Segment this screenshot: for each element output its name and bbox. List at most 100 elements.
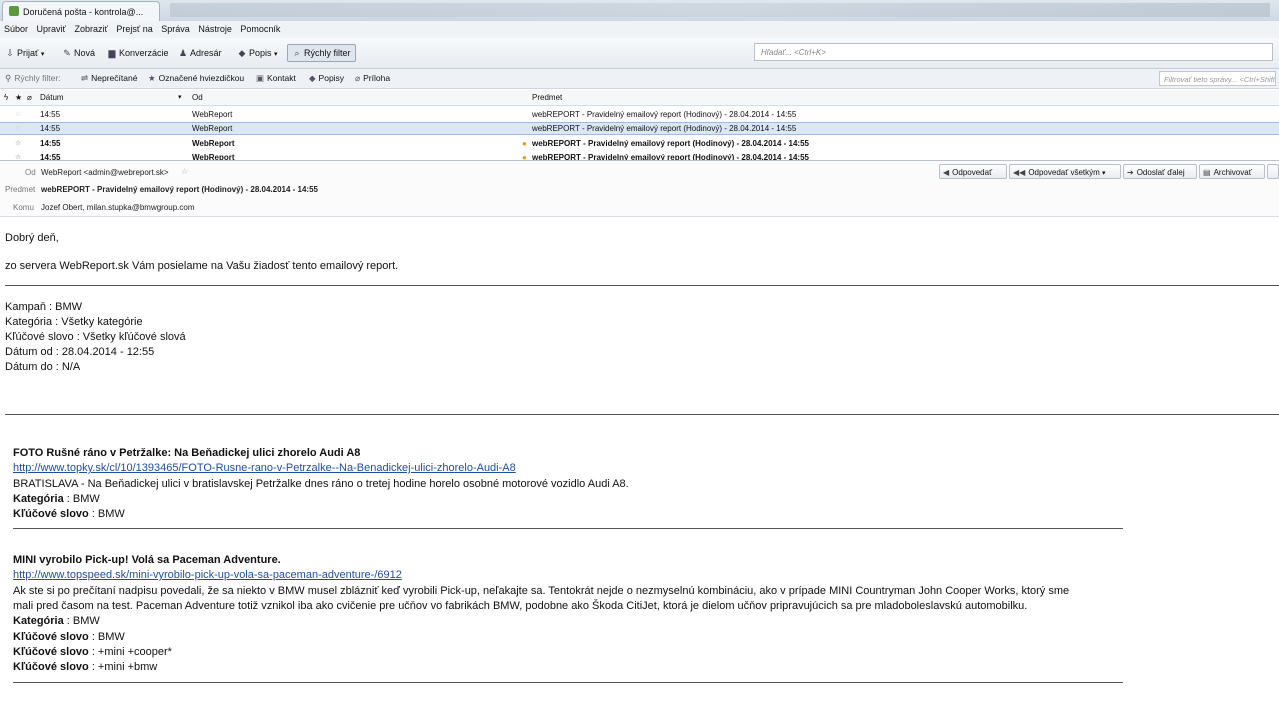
address-book-label: Adresár — [190, 48, 222, 58]
field-key: Kľúčové slovo — [13, 661, 89, 673]
chevron-down-icon[interactable]: ▾ — [1102, 170, 1106, 177]
unread-dot-icon[interactable]: ● — [522, 137, 527, 150]
row-time: 14:55 — [40, 110, 61, 119]
menu-bar: Súbor Upraviť Zobraziť Prejsť na Správa … — [0, 21, 1279, 38]
tags-button[interactable]: ◆ Popis ▾ — [237, 45, 278, 61]
magnifier-icon: ⌕ — [294, 48, 300, 58]
article-field: Kľúčové slovo : BMW — [13, 630, 125, 645]
get-mail-button[interactable]: ⇩ Prijať ▾ — [5, 45, 44, 61]
sort-chevron-icon[interactable]: ▾ — [178, 90, 182, 105]
menu-view[interactable]: Zobraziť — [74, 21, 107, 38]
meta-date-to: Dátum do : N/A — [5, 361, 81, 373]
menu-help[interactable]: Pomocník — [240, 21, 280, 38]
field-key: Kľúčové slovo — [13, 646, 89, 658]
download-icon: ⇩ — [6, 48, 14, 58]
menu-go[interactable]: Prejsť na — [116, 21, 152, 38]
quick-filter-pin[interactable]: ⚲ Rýchly filter: — [5, 72, 61, 84]
row-from: WebReport — [192, 153, 235, 160]
from-value[interactable]: WebReport <admin@webreport.sk> — [41, 168, 169, 177]
divider — [5, 414, 1279, 415]
divider — [13, 682, 1123, 683]
search-input[interactable]: Hľadať... <Ctrl+K> — [754, 43, 1273, 61]
write-label: Nová — [74, 48, 96, 58]
field-value: : BMW — [88, 508, 125, 520]
star-icon[interactable]: ☆ — [15, 137, 21, 150]
quick-filter-button[interactable]: ⌕ Rýchly filter — [287, 44, 356, 62]
tab-strip-background — [170, 3, 1270, 17]
article-title: MINI vyrobilo Pick-up! Volá sa Paceman A… — [13, 554, 281, 566]
field-key: Kľúčové slovo — [13, 631, 89, 643]
star-column-icon[interactable]: ★ — [15, 90, 22, 105]
person-icon: ♟ — [178, 48, 188, 58]
filter-tags[interactable]: ◆ Popisy — [309, 72, 344, 84]
message-row[interactable]: ☆ 14:55 WebReport webREPORT - Pravidelný… — [0, 108, 1279, 121]
tab-inbox[interactable]: Doručená pošta - kontrola@... — [2, 1, 160, 22]
row-from: WebReport — [192, 110, 233, 119]
message-row-selected[interactable]: ☆ 14:55 WebReport webREPORT - Pravidelný… — [0, 122, 1279, 135]
star-icon[interactable]: ☆ — [15, 151, 21, 160]
tag-icon: ◆ — [238, 48, 246, 58]
filter-messages-input[interactable]: Filtrovať tieto správy... <Ctrl+Shift+K> — [1159, 71, 1276, 86]
star-icon[interactable]: ☆ — [15, 108, 21, 121]
star-icon[interactable]: ☆ — [181, 167, 188, 176]
chat-button[interactable]: ▆ Konverzácie — [107, 45, 169, 61]
column-date[interactable]: Dátum — [40, 90, 64, 105]
star-icon[interactable]: ☆ — [15, 123, 21, 134]
field-value: : +mini +cooper* — [88, 646, 172, 658]
column-from[interactable]: Od — [192, 90, 203, 105]
divider — [13, 528, 1123, 529]
reply-all-button[interactable]: ◀◀ Odpovedať všetkým ▾ — [1009, 164, 1121, 179]
field-value: : BMW — [63, 493, 100, 505]
row-subject: webREPORT - Pravidelný emailový report (… — [532, 110, 797, 119]
article-link[interactable]: http://www.topky.sk/cl/10/1393465/FOTO-R… — [13, 461, 516, 476]
reply-all-label: Odpovedať všetkým — [1028, 168, 1100, 177]
chevron-down-icon[interactable]: ▾ — [274, 51, 278, 58]
meta-campaign: Kampaň : BMW — [5, 301, 83, 313]
row-time: 14:55 — [40, 139, 61, 148]
menu-file[interactable]: Súbor — [4, 21, 28, 38]
quick-filter-bar: ⚲ Rýchly filter: ⇌ Neprečítané ★ Označené h… — [0, 69, 1279, 89]
article-text: mali pred časom na test. Paceman Adventu… — [13, 600, 1028, 612]
field-key: Kategória — [13, 615, 64, 627]
more-button[interactable] — [1267, 164, 1279, 179]
write-button[interactable]: ✎ Nová — [62, 45, 95, 61]
filter-starred-label: Označené hviezdičkou — [158, 73, 245, 83]
mail-toolbar: ⇩ Prijať ▾ ✎ Nová ▆ Konverzácie ♟ Adresár ◆ P… — [0, 38, 1279, 69]
forward-label: Odoslať ďalej — [1136, 168, 1185, 177]
attachment-column-icon[interactable]: ⌀ — [27, 90, 32, 105]
unread-dot-icon[interactable]: ● — [522, 151, 527, 160]
filter-contact[interactable]: ▣ Kontakt — [256, 72, 296, 84]
star-icon: ★ — [148, 73, 156, 83]
menu-tools[interactable]: Nástroje — [198, 21, 232, 38]
meta-category: Kategória : Všetky kategórie — [5, 316, 143, 328]
field-value: : +mini +bmw — [88, 661, 158, 673]
quick-filter-label: Rýchly filter — [304, 48, 351, 58]
message-row[interactable]: ☆ 14:55 WebReport ● webREPORT - Pravidel… — [0, 137, 1279, 150]
address-book-button[interactable]: ♟ Adresár — [178, 45, 222, 61]
archive-button[interactable]: ▤ Archivovať — [1199, 164, 1265, 179]
menu-edit[interactable]: Upraviť — [37, 21, 66, 38]
menu-message[interactable]: Správa — [161, 21, 190, 38]
forward-button[interactable]: ➔ Odoslať ďalej — [1123, 164, 1197, 179]
chat-icon: ▆ — [108, 48, 116, 58]
filter-unread[interactable]: ⇌ Neprečítané — [81, 72, 137, 84]
filter-attachment[interactable]: ⌀ Príloha — [355, 72, 390, 84]
filter-tags-label: Popisy — [318, 73, 345, 83]
get-mail-label: Prijať — [17, 48, 39, 58]
pin-icon: ⚲ — [5, 73, 12, 83]
chevron-down-icon[interactable]: ▾ — [41, 51, 45, 58]
article-field: Kľúčové slovo : +mini +cooper* — [13, 645, 172, 660]
filter-starred[interactable]: ★ Označené hviezdičkou — [148, 72, 244, 84]
article-link[interactable]: http://www.topspeed.sk/mini-vyrobilo-pic… — [13, 568, 402, 583]
to-label: Komu — [13, 203, 34, 212]
reply-button[interactable]: ◀ Odpovedať — [939, 164, 1007, 179]
subject-label: Predmet — [5, 185, 36, 194]
message-row[interactable]: ☆ 14:55 WebReport ● webREPORT - Pravidel… — [0, 151, 1279, 160]
field-key: Kľúčové slovo — [13, 508, 89, 520]
to-value[interactable]: Jozef Obert, milan.stupka@bmwgroup.com — [41, 203, 195, 212]
archive-icon: ▤ — [1203, 168, 1211, 177]
article-field: Kategória : BMW — [13, 492, 100, 507]
tab-strip: Doručená pošta - kontrola@... — [0, 0, 1279, 22]
thread-column-icon[interactable]: ϟ — [4, 90, 8, 105]
column-subject[interactable]: Predmet — [532, 90, 562, 105]
